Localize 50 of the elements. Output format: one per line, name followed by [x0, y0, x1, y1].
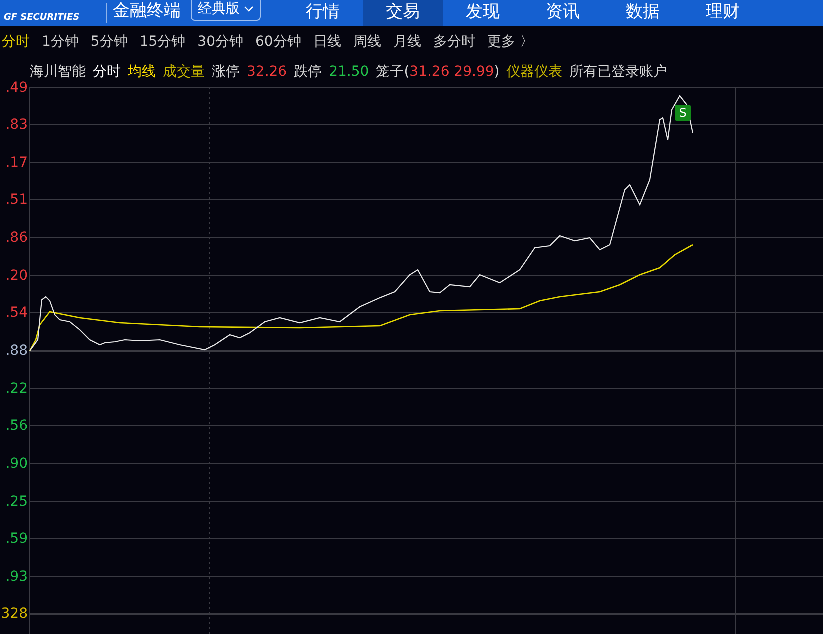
axis-label: .90 — [6, 455, 28, 473]
period-tab[interactable]: 更多 〉 — [481, 32, 540, 50]
sell-signal-badge: S — [675, 105, 691, 121]
chevron-down-icon — [244, 6, 254, 12]
axis-label: .17 — [6, 154, 28, 172]
axis-label: .93 — [6, 568, 28, 586]
info-text: 海川智能 — [30, 63, 86, 81]
axis-label: .49 — [6, 79, 28, 97]
info-text: 21.50 — [329, 64, 370, 80]
axis-label: .54 — [6, 304, 28, 322]
axis-label: .56 — [6, 417, 28, 435]
nav-tab[interactable]: 发现 — [443, 0, 523, 26]
axis-label: .83 — [6, 116, 28, 134]
period-tab[interactable]: 多分时 — [427, 32, 482, 50]
nav-tab[interactable]: 数据 — [603, 0, 683, 26]
period-tab[interactable]: 30分钟 — [192, 32, 250, 50]
info-text: 32.26 — [247, 64, 288, 80]
info-text: 跌停 — [294, 63, 322, 81]
info-text: 仪器仪表 — [506, 63, 563, 81]
product-title: 金融终端 — [113, 0, 181, 22]
axis-label: 328 — [1, 605, 28, 623]
info-text: ) — [494, 64, 500, 80]
period-tab[interactable]: 日线 — [307, 32, 348, 50]
axis-label: .59 — [6, 530, 28, 548]
nav-tab[interactable]: 资讯 — [523, 0, 603, 26]
period-tab[interactable]: 15分钟 — [134, 32, 192, 50]
period-tab[interactable]: 5分钟 — [84, 32, 134, 50]
period-tab[interactable]: 分时 — [0, 32, 36, 50]
nav-tab[interactable]: 理财 — [683, 0, 763, 26]
info-text: 31.26 29.99 — [410, 64, 494, 80]
axis-label: .25 — [6, 493, 28, 511]
nav-tab[interactable]: 行情 — [283, 0, 363, 26]
period-tab[interactable]: 60分钟 — [250, 32, 308, 50]
axis-label: .86 — [6, 229, 28, 247]
edition-dropdown[interactable]: 经典版 — [191, 0, 261, 21]
period-tab[interactable]: 周线 — [347, 32, 388, 50]
info-text: 笼子( — [376, 63, 410, 81]
info-text: 涨停 — [212, 63, 240, 81]
axis-label: .22 — [6, 380, 28, 398]
info-text: 成交量 — [163, 63, 205, 81]
logo-subtext: GF SECURITIES — [4, 13, 81, 23]
period-tab[interactable]: 1分钟 — [36, 32, 85, 50]
axis-label: .51 — [6, 191, 28, 209]
nav-tab[interactable]: 交易 — [363, 0, 443, 26]
axis-label: .20 — [6, 267, 28, 285]
axis-label: .88 — [6, 342, 28, 360]
info-text: 均线 — [128, 63, 156, 81]
period-tab[interactable]: 月线 — [387, 32, 428, 50]
info-text: 分时 — [93, 63, 121, 81]
info-text: 所有已登录账户 — [570, 63, 668, 81]
